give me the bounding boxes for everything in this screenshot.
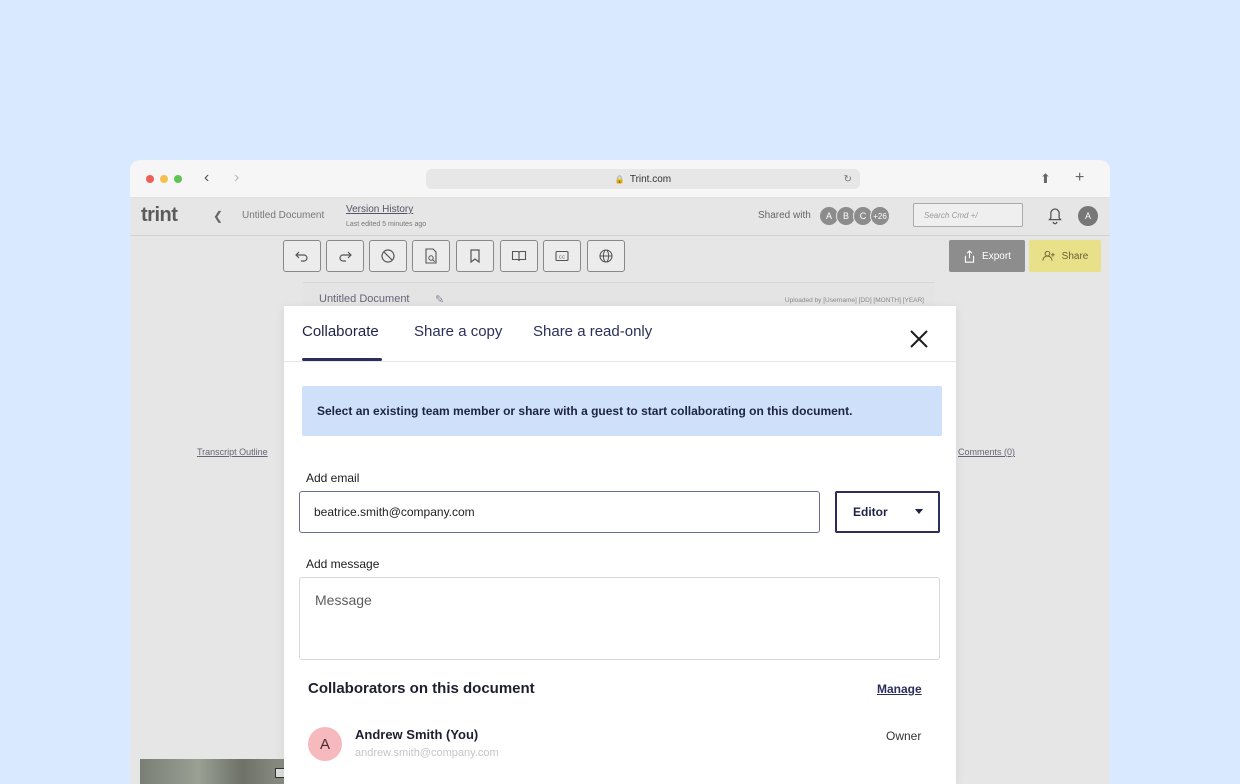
find-button[interactable] [412,240,450,272]
undo-button[interactable] [283,240,321,272]
minimize-window-dot[interactable] [160,175,168,183]
browser-back-icon[interactable]: ‹ [204,169,209,187]
collaborator-email: andrew.smith@company.com [355,747,499,759]
browser-chrome: ‹ › 🔒 Trint.com ↻ ⬆ + [130,160,1110,198]
collaborator-role: Owner [886,729,922,743]
tab-share-read-only[interactable]: Share a read-only [533,323,652,340]
browser-forward-icon[interactable]: › [234,169,239,187]
user-avatar[interactable]: A [1078,206,1098,226]
uploaded-by-text: Uploaded by [Username] [DD] [MONTH] [YEA… [784,297,924,304]
document-search-icon [425,248,437,264]
new-tab-icon[interactable]: + [1075,169,1084,187]
undo-icon [295,251,308,262]
collaborator-name: Andrew Smith (You) [355,727,479,742]
shared-with-label: Shared with [758,210,811,221]
document-title[interactable]: Untitled Document [319,293,410,305]
share-label: Share [1061,250,1089,262]
bell-icon[interactable] [1044,204,1066,226]
version-history-link[interactable]: Version History [346,204,413,215]
address-bar[interactable]: 🔒 Trint.com ↻ [426,169,860,189]
redo-icon [339,251,352,262]
trint-logo[interactable]: trint [141,204,178,227]
add-email-label: Add email [306,471,360,485]
captions-icon: CC [555,250,569,262]
info-banner: Select an existing team member or share … [302,386,942,436]
shared-avatar-overflow[interactable]: +26 [870,206,890,226]
bookmark-button[interactable] [456,240,494,272]
add-message-label: Add message [306,557,380,571]
captions-button[interactable]: CC [543,240,581,272]
redo-button[interactable] [326,240,364,272]
edit-title-icon[interactable]: ✎ [435,293,444,306]
translate-button[interactable] [587,240,625,272]
strike-button[interactable] [369,240,407,272]
share-button[interactable]: Share [1029,240,1101,272]
app-header: trint ❮ Untitled Document Version Histor… [130,198,1110,236]
svg-text:CC: CC [559,254,566,259]
export-button[interactable]: Export [949,240,1025,272]
add-user-icon [1041,250,1055,261]
url-text: Trint.com [629,173,672,185]
back-chevron-icon[interactable]: ❮ [213,209,223,223]
close-window-dot[interactable] [146,175,154,183]
role-select-value: Editor [853,505,888,519]
editor-toolbar: CC Export Share [130,236,1110,278]
lock-icon: 🔒 [614,174,625,184]
last-edited-text: Last edited 5 minutes ago [346,221,427,228]
book-icon [511,250,527,262]
share-tabs: Collaborate Share a copy Share a read-on… [284,306,956,362]
email-field[interactable] [299,491,820,533]
collaborators-heading: Collaborators on this document [308,680,535,697]
transcript-outline-link[interactable]: Transcript Outline [197,447,268,457]
header-document-name: Untitled Document [242,210,325,221]
avatar: A [308,727,342,761]
glossary-button[interactable] [500,240,538,272]
tab-share-copy[interactable]: Share a copy [414,323,502,340]
share-page-icon[interactable]: ⬆ [1040,171,1051,187]
export-label: Export [982,250,1011,262]
globe-icon [599,249,613,263]
reload-icon[interactable]: ↻ [844,174,852,185]
bookmark-icon [470,249,480,264]
prohibit-icon [381,249,395,263]
role-select[interactable]: Editor [835,491,940,533]
maximize-window-dot[interactable] [174,175,182,183]
share-modal: Collaborate Share a copy Share a read-on… [284,306,956,784]
caret-down-icon [915,509,923,514]
tab-collaborate[interactable]: Collaborate [302,323,379,340]
search-input[interactable]: Search Cmd +/ [913,203,1023,227]
message-field[interactable] [299,577,940,660]
comments-link[interactable]: Comments (0) [958,447,1015,457]
export-icon [964,249,975,263]
video-thumbnail[interactable] [140,759,286,784]
manage-link[interactable]: Manage [877,682,922,696]
active-tab-indicator [302,358,382,361]
close-icon[interactable] [908,328,930,350]
